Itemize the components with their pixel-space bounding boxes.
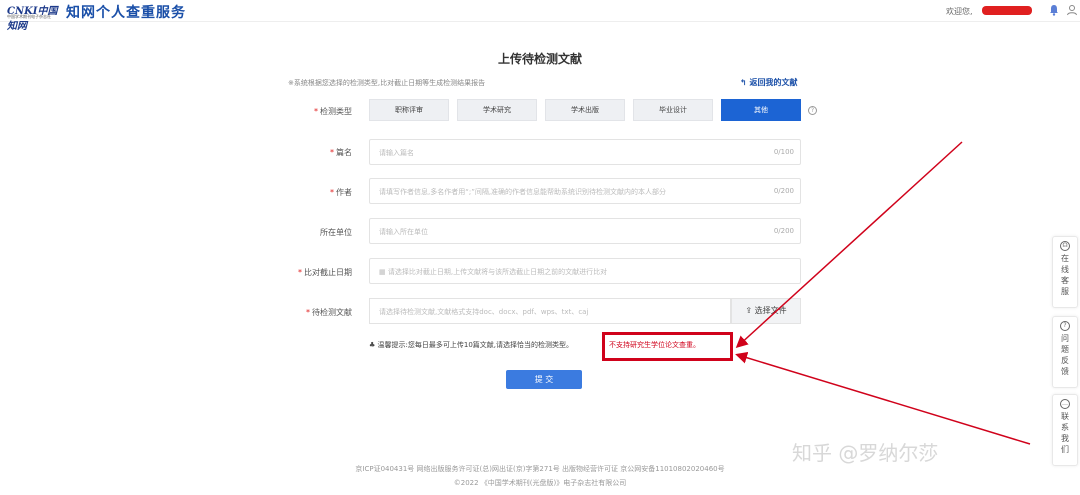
- site-title: 知网个人查重服务: [66, 5, 186, 21]
- online-service-button[interactable]: ☊ 在线客服: [1052, 236, 1078, 308]
- submit-button[interactable]: 提 交: [506, 370, 582, 389]
- online-service-label: 在线客服: [1061, 254, 1069, 296]
- title-input[interactable]: 请输入篇名 0/100: [369, 139, 801, 165]
- file-placeholder: 请选择待检测文献,文献格式支持doc、docx、pdf、wps、txt、caj: [379, 308, 589, 316]
- page-title: 上传待检测文献: [497, 52, 582, 66]
- title-placeholder: 请输入篇名: [379, 149, 414, 157]
- type-button-title-review[interactable]: 职称评审: [369, 99, 449, 121]
- choose-file-button[interactable]: ⇪ 选择文件: [731, 298, 801, 324]
- logo-subtitle: 中国学术期刊电子杂志社: [7, 14, 51, 19]
- annotation-arrows: [735, 141, 1031, 445]
- top-hint: ※系统根据您选择的检测类型,比对截止日期等生成检测结果报告: [288, 79, 486, 87]
- page: CNKI中国知网 中国学术期刊电子杂志社 知网个人查重服务 欢迎您, 上传待检测…: [0, 0, 1080, 495]
- welcome-text: 欢迎您,: [946, 7, 973, 16]
- author-input[interactable]: 请填写作者信息,多名作者用“;”间隔,准确的作者信息能帮助系统识别待检测文献内的…: [369, 178, 801, 204]
- title-label: * 篇名: [330, 148, 352, 157]
- unit-label: 所在单位: [320, 228, 352, 237]
- contact-button[interactable]: … 联系我们: [1052, 394, 1078, 466]
- headset-icon: ☊: [1060, 241, 1070, 251]
- tip-text: ♣ 温馨提示:您每日最多可上传10篇文献,请选择恰当的检测类型。: [369, 341, 574, 349]
- author-label: * 作者: [330, 188, 352, 197]
- header: CNKI中国知网 中国学术期刊电子杂志社 知网个人查重服务 欢迎您,: [0, 0, 1080, 32]
- file-input[interactable]: 请选择待检测文献,文献格式支持doc、docx、pdf、wps、txt、caj: [369, 298, 731, 324]
- back-arrow-icon: ↰: [740, 78, 747, 87]
- type-button-graduation[interactable]: 毕业设计: [633, 99, 713, 121]
- upload-icon: ⇪: [745, 306, 755, 315]
- unit-placeholder: 请输入所在单位: [379, 228, 428, 236]
- bell-icon[interactable]: [1049, 4, 1059, 16]
- footer-copyright: ©2022 《中国学术期刊(光盘版)》电子杂志社有限公司: [453, 479, 627, 487]
- file-label: * 待检测文献: [306, 308, 352, 317]
- user-icon[interactable]: [1066, 4, 1078, 16]
- help-icon[interactable]: ?: [808, 106, 817, 115]
- contact-label: 联系我们: [1061, 412, 1069, 454]
- annotation-arrow-lower: [735, 351, 1031, 445]
- feedback-button[interactable]: ? 问题反馈: [1052, 316, 1078, 388]
- bulb-icon: ♣: [369, 341, 378, 349]
- type-label: * 检测类型: [314, 107, 352, 116]
- type-button-other[interactable]: 其他: [721, 99, 801, 121]
- cnki-logo[interactable]: CNKI中国知网 中国学术期刊电子杂志社: [7, 2, 59, 32]
- title-char-count: 0/100: [773, 148, 794, 156]
- watermark: 知乎 @罗纳尔莎: [792, 441, 939, 465]
- date-placeholder: ▦ 请选择比对截止日期,上传文献将与该所选截止日期之前的文献进行比对: [379, 268, 608, 276]
- date-label: * 比对截止日期: [298, 268, 352, 277]
- tip-warning: 不支持研究生学位论文查重。: [609, 341, 700, 349]
- type-button-publishing[interactable]: 学术出版: [545, 99, 625, 121]
- author-placeholder: 请填写作者信息,多名作者用“;”间隔,准确的作者信息能帮助系统识别待检测文献内的…: [379, 188, 667, 196]
- redacted-username: [982, 6, 1032, 15]
- unit-input[interactable]: 请输入所在单位 0/200: [369, 218, 801, 244]
- back-link-label: 返回我的文献: [749, 78, 798, 87]
- date-picker[interactable]: ▦ 请选择比对截止日期,上传文献将与该所选截止日期之前的文献进行比对: [369, 258, 801, 284]
- question-icon: ?: [1060, 321, 1070, 331]
- author-char-count: 0/200: [773, 187, 794, 195]
- feedback-label: 问题反馈: [1061, 334, 1069, 376]
- back-to-my-documents-link[interactable]: ↰ 返回我的文献: [740, 77, 798, 88]
- chat-icon: …: [1060, 399, 1070, 409]
- calendar-icon: ▦: [379, 268, 388, 276]
- type-button-research[interactable]: 学术研究: [457, 99, 537, 121]
- unit-char-count: 0/200: [773, 227, 794, 235]
